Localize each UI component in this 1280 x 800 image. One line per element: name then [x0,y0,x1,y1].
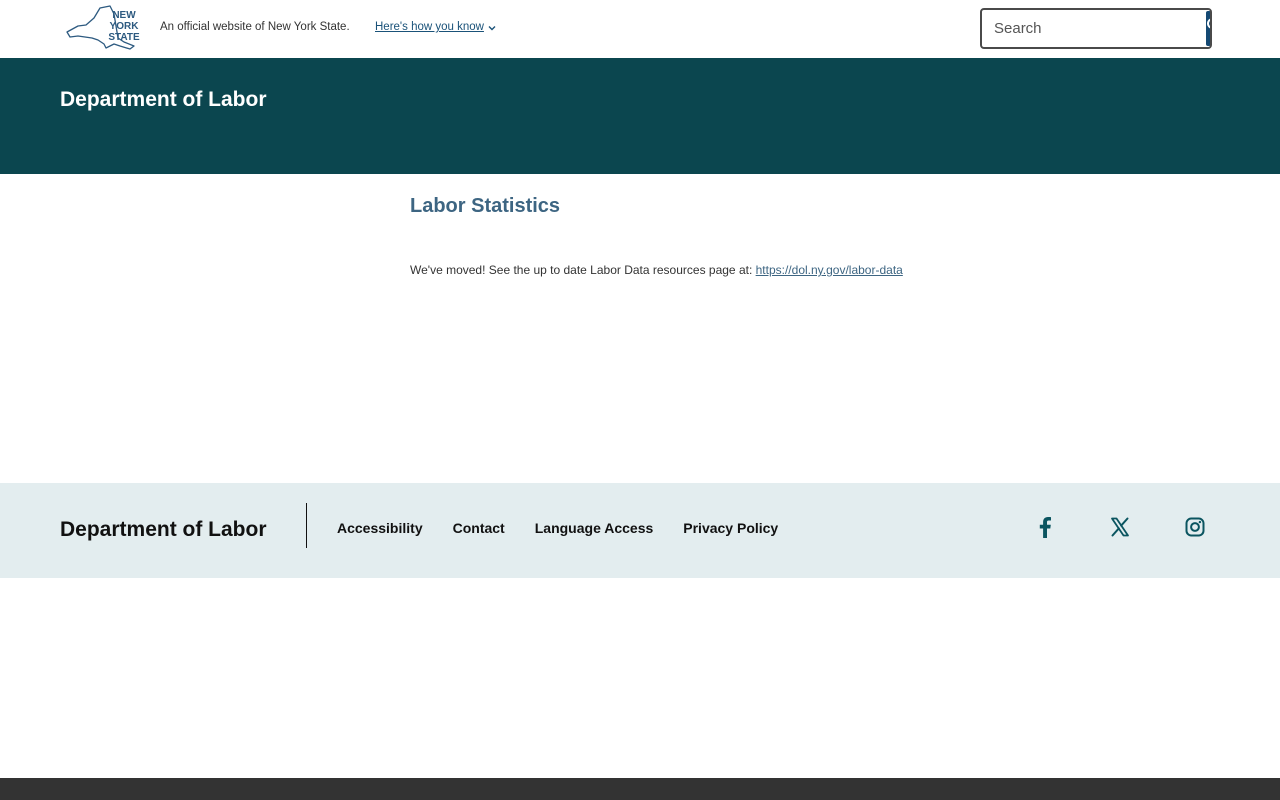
universal-header: NEW YORK STATE An official website of Ne… [0,0,1280,58]
instagram-icon[interactable] [1184,516,1206,538]
how-you-know-toggle[interactable]: Here's how you know [375,20,497,34]
page-title: Labor Statistics [410,195,561,217]
labor-data-link[interactable]: https://dol.ny.gov/labor-data [756,263,903,277]
search-box [980,8,1212,49]
search-icon [1207,18,1210,28]
how-you-know-label: Here's how you know [375,21,484,33]
footer-agency-title[interactable]: Department of Labor [60,518,267,542]
footer-links: Accessibility Contact Language Access Pr… [337,520,778,536]
bottom-bar [0,778,1280,800]
footer-link-accessibility[interactable]: Accessibility [337,520,423,536]
official-website-text: An official website of New York State. [160,21,350,33]
nys-logo-icon: NEW YORK STATE [66,5,140,50]
logo-word-state: STATE [108,32,140,43]
footer-link-privacy-policy[interactable]: Privacy Policy [683,520,778,536]
footer-link-language-access[interactable]: Language Access [535,520,654,536]
moved-notice: We've moved! See the up to date Labor Da… [410,263,903,277]
facebook-icon[interactable] [1034,516,1056,538]
moved-notice-text: We've moved! See the up to date Labor Da… [410,263,756,277]
footer: Department of Labor Accessibility Contac… [0,483,1280,578]
nys-logo[interactable]: NEW YORK STATE [64,4,144,52]
logo-word-york: YORK [110,21,140,32]
search-input[interactable] [982,10,1205,47]
footer-divider [306,503,307,548]
x-icon[interactable] [1109,516,1131,538]
logo-word-new: NEW [112,10,136,21]
chevron-down-icon [487,22,497,33]
footer-link-contact[interactable]: Contact [453,520,505,536]
agency-title[interactable]: Department of Labor [60,88,267,112]
search-button[interactable] [1206,11,1210,46]
agency-banner: Department of Labor [0,58,1280,174]
